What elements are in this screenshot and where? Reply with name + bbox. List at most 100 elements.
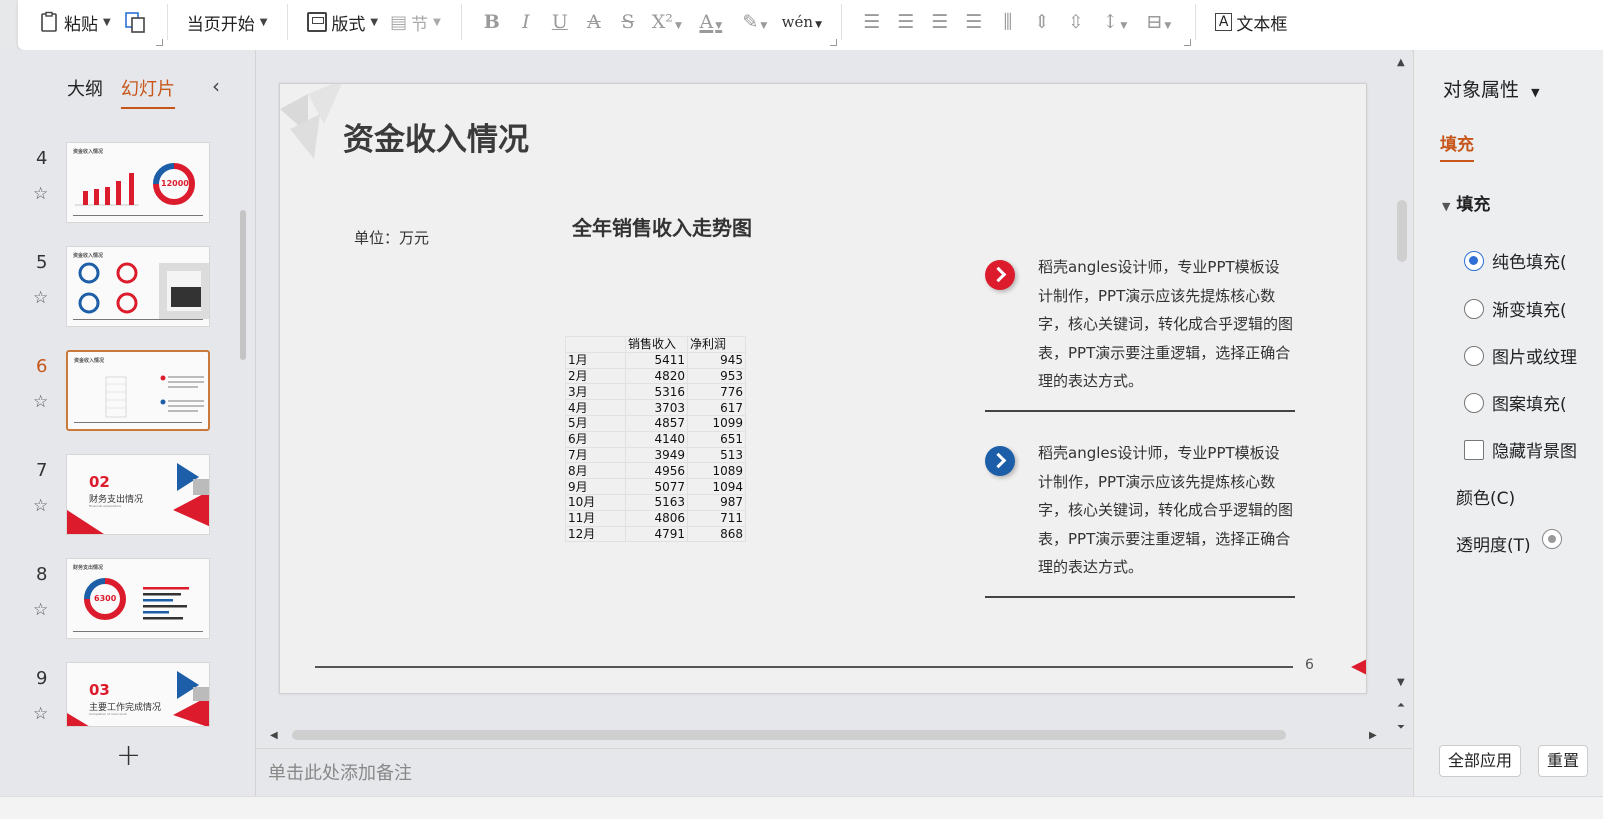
fill-section-header[interactable]: ▼ 填充: [1442, 190, 1490, 215]
star-icon[interactable]: ☆: [33, 184, 48, 204]
scroll-down-icon[interactable]: ▼: [1397, 677, 1405, 688]
collapse-pane-icon[interactable]: ‹: [212, 74, 220, 98]
textbox-button[interactable]: A 文本框: [1209, 5, 1294, 39]
table-cell: 3703: [625, 399, 688, 416]
table-cell: 953: [687, 367, 746, 385]
thumbnail-footer-line: [73, 631, 203, 632]
radio-unchecked[interactable]: [1464, 345, 1484, 366]
picture-fill-option[interactable]: 图片或纹理: [1464, 343, 1577, 368]
thumbnail-subcaption: Financial expenditure: [89, 504, 122, 508]
unit-label[interactable]: 单位：万元: [354, 227, 429, 248]
bold-icon[interactable]: B: [475, 11, 509, 33]
thumbnail-subcaption: Completion of main work: [89, 712, 127, 716]
dialog-launcher-icon[interactable]: [155, 39, 163, 46]
text-block-2[interactable]: 稻壳angles设计师，专业PPT模板设计制作，PPT演示应该先提炼核心数字，核…: [985, 444, 1295, 598]
font-color-icon[interactable]: A ▼: [689, 11, 733, 33]
line-spacing-icon[interactable]: ⇕: [1025, 11, 1059, 33]
table-row: 9月 5077 1094: [565, 478, 746, 495]
paragraph-spacing-icon[interactable]: ⇳: [1059, 11, 1093, 33]
text-block-1[interactable]: 稻壳angles设计师，专业PPT模板设计制作，PPT演示应该先提炼核心数字，核…: [985, 258, 1295, 412]
highlight-icon[interactable]: ✎ ▼: [733, 11, 777, 33]
slide-title[interactable]: 资金收入情况: [343, 114, 529, 159]
section-button[interactable]: ▤ 节 ▼: [384, 5, 447, 39]
table-header-cell: 销售收入: [625, 336, 688, 353]
distribute-icon[interactable]: ⫼: [991, 11, 1025, 33]
properties-title[interactable]: 对象属性 ▼: [1443, 75, 1540, 102]
reset-button[interactable]: 重置: [1538, 745, 1589, 777]
slide-thumbnail[interactable]: 财务支出情况 6300: [66, 558, 210, 639]
align-center-icon[interactable]: ☰: [889, 11, 923, 33]
paste-button[interactable]: 粘贴 ▼: [32, 5, 117, 39]
spacing-menu-icon[interactable]: ↕ ▼: [1093, 11, 1137, 33]
scroll-right-icon[interactable]: ▶: [1369, 730, 1377, 741]
table-row: 4月 3703 617: [565, 399, 746, 416]
add-slide-button[interactable]: +: [116, 738, 141, 773]
shadow-icon[interactable]: S: [611, 11, 645, 33]
layout-button[interactable]: 版式 ▼: [301, 5, 384, 39]
start-from-current-button[interactable]: 当页开始 ▼: [181, 5, 274, 39]
dialog-launcher-icon[interactable]: [1183, 39, 1191, 46]
align-right-icon[interactable]: ☰: [923, 11, 957, 33]
justify-icon[interactable]: ☰: [957, 11, 991, 33]
copy-icon: [124, 12, 145, 33]
slide-thumbnail[interactable]: 03 主要工作完成情况 Completion of main work: [66, 662, 210, 727]
solid-fill-option[interactable]: 纯色填充(: [1464, 248, 1567, 273]
gradient-fill-option[interactable]: 渐变填充(: [1464, 296, 1567, 321]
tab-fill[interactable]: 填充: [1440, 130, 1474, 162]
radio-checked[interactable]: [1464, 250, 1484, 271]
radio-unchecked[interactable]: [1464, 392, 1484, 413]
thumbnail-section-number: 03: [89, 681, 110, 699]
star-icon[interactable]: ☆: [33, 600, 48, 620]
star-icon[interactable]: ☆: [33, 392, 48, 412]
slide-page[interactable]: 资金收入情况 单位：万元 全年销售收入走势图 销售收入 净利润 1月 5411 94…: [279, 83, 1367, 694]
pattern-fill-option[interactable]: 图案填充(: [1464, 390, 1567, 415]
underline-icon[interactable]: U: [543, 11, 577, 33]
superscript-label: X²: [651, 11, 673, 33]
strikethrough-icon[interactable]: A: [577, 11, 611, 33]
hide-background-option[interactable]: 隐藏背景图: [1464, 437, 1577, 462]
tab-slides[interactable]: 幻灯片: [121, 75, 175, 109]
notes-area[interactable]: 单击此处添加备注: [256, 748, 1412, 796]
checkbox-unchecked[interactable]: [1464, 439, 1484, 460]
format-painter-button[interactable]: [117, 5, 153, 39]
star-icon[interactable]: ☆: [33, 704, 48, 724]
section-icon: ▤: [390, 11, 408, 33]
next-slide-icon[interactable]: ⏷: [1397, 722, 1405, 733]
scroll-up-icon[interactable]: ▲: [1397, 57, 1405, 68]
radio-unchecked[interactable]: [1464, 298, 1484, 319]
thumbnail-scrollbar[interactable]: [240, 210, 246, 360]
scroll-left-icon[interactable]: ◀: [270, 730, 278, 741]
slide-thumbnail[interactable]: 02 财务支出情况 Financial expenditure: [66, 454, 210, 535]
table-cell: 5411: [625, 351, 688, 369]
slide-thumbnail-row: 5 ☆ 资金收入情况: [0, 244, 236, 348]
option-label: 图案填充(: [1492, 395, 1567, 415]
transparency-slider-handle[interactable]: [1542, 529, 1562, 549]
table-row: 2月 4820 953: [565, 367, 746, 385]
tab-outline[interactable]: 大纲: [67, 75, 103, 109]
option-label: 图片或纹理: [1492, 348, 1577, 368]
table-header-row: 销售收入 净利润: [565, 336, 746, 353]
table-row: 1月 5411 945: [565, 351, 746, 369]
dialog-launcher-icon[interactable]: [829, 39, 837, 46]
triangle-down-icon: ▼: [1442, 200, 1451, 213]
sales-data-table[interactable]: 销售收入 净利润 1月 5411 945 2月 4820 953 3月 5316 776 4…: [565, 336, 746, 543]
slide-thumbnail[interactable]: 资金收入情况 12000: [66, 142, 210, 223]
chart-title[interactable]: 全年销售收入走势图: [572, 212, 752, 241]
slide-thumbnail[interactable]: 资金收入情况: [66, 246, 210, 327]
table-cell: 5077: [625, 478, 688, 495]
star-icon[interactable]: ☆: [33, 496, 48, 516]
vertical-scrollbar[interactable]: [1397, 200, 1407, 262]
apply-all-button[interactable]: 全部应用: [1439, 745, 1522, 777]
slide-thumbnail-current[interactable]: 资金收入情况: [66, 350, 210, 431]
italic-icon[interactable]: I: [509, 11, 543, 33]
star-icon[interactable]: ☆: [33, 288, 48, 308]
superscript-icon[interactable]: X² ▼: [645, 11, 689, 33]
align-left-icon[interactable]: ☰: [855, 11, 889, 33]
table-cell: 776: [687, 383, 746, 401]
horizontal-scrollbar[interactable]: [292, 730, 1286, 740]
table-cell: 2月: [565, 367, 626, 385]
previous-slide-icon[interactable]: ⏶: [1397, 700, 1405, 711]
text-direction-icon[interactable]: ⊟ ▼: [1137, 11, 1181, 33]
phonetic-guide-icon[interactable]: wén ▼: [777, 13, 827, 31]
chevron-down-icon[interactable]: ▼: [103, 17, 111, 28]
